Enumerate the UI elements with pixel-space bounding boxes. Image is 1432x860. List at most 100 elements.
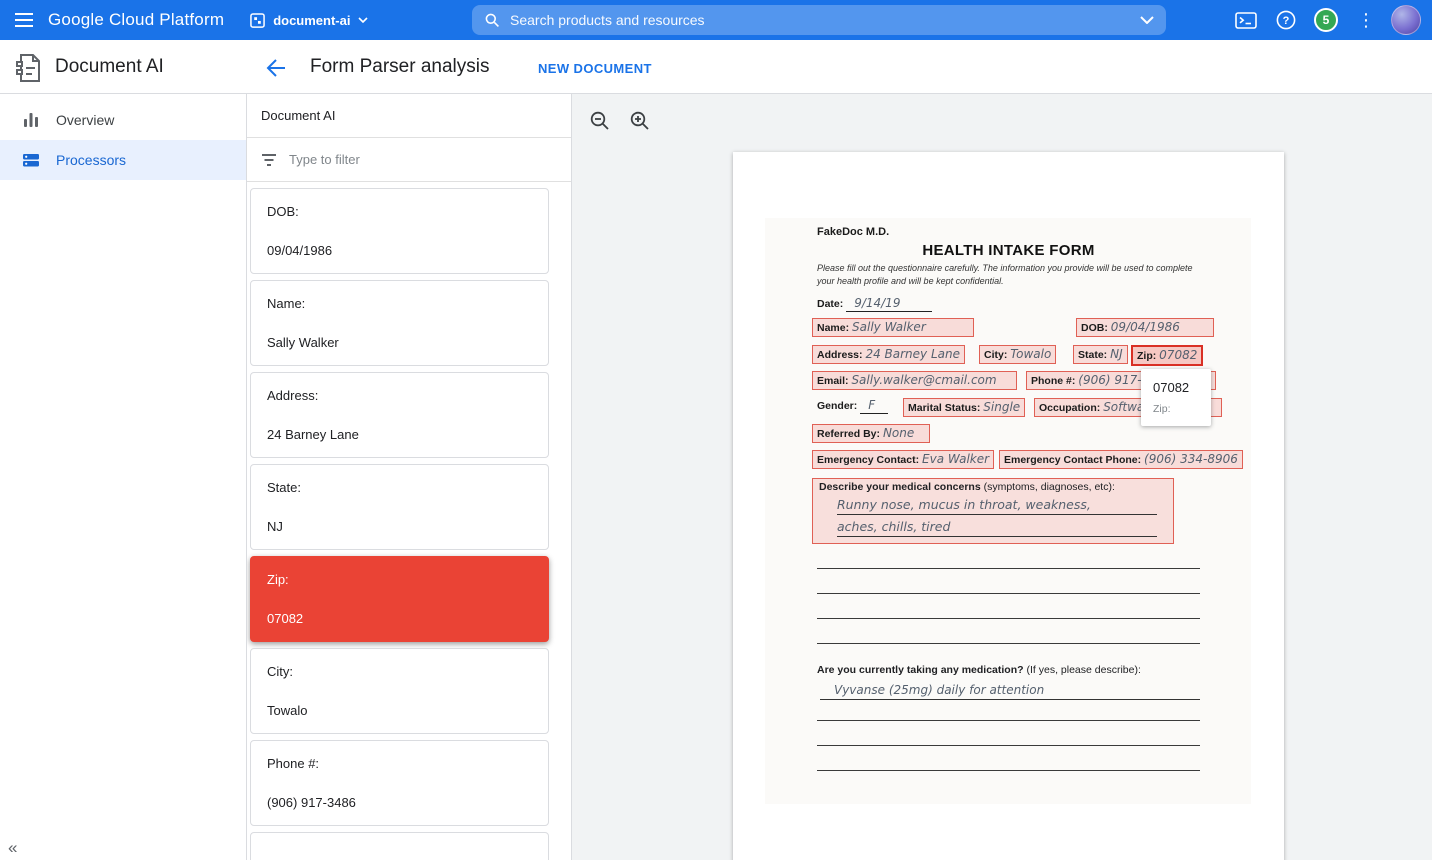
field-card-zip[interactable]: Zip: 07082 xyxy=(250,556,549,642)
document-page[interactable]: FakeDoc M.D. HEALTH INTAKE FORM Please f… xyxy=(733,152,1284,860)
field-label: City: xyxy=(267,664,532,679)
doc-value-name: Sally Walker xyxy=(852,320,926,334)
doc-field-email[interactable]: Email: Sally.walker@cmail.com xyxy=(812,371,1017,390)
topbar-actions: ? 5 ⋮ xyxy=(1226,0,1426,40)
zoom-in-icon[interactable] xyxy=(622,103,658,139)
field-tooltip: 07082 Zip: xyxy=(1141,369,1211,426)
doc-field-referred[interactable]: Referred By: None xyxy=(812,424,930,443)
field-value: Sally Walker xyxy=(267,335,532,350)
ruled-line xyxy=(817,593,1200,594)
doc-medication-answer: Vyvanse (25mg) daily for attention xyxy=(820,683,1200,700)
field-label: Name: xyxy=(267,296,532,311)
notifications-badge[interactable]: 5 xyxy=(1306,0,1346,40)
doc-label-address: Address: xyxy=(817,349,863,361)
doc-value-state: NJ xyxy=(1110,347,1123,361)
new-document-button[interactable]: NEW DOCUMENT xyxy=(538,61,652,76)
doc-field-city[interactable]: City: Towalo xyxy=(979,345,1056,364)
tooltip-value: 07082 xyxy=(1153,380,1199,395)
doc-label-date: Date: xyxy=(817,298,843,310)
doc-value-email: Sally.walker@cmail.com xyxy=(851,373,996,387)
field-label: Zip: xyxy=(267,572,532,587)
field-card-name[interactable]: Name: Sally Walker xyxy=(250,280,549,366)
gcp-logo[interactable]: Google Cloud Platform xyxy=(48,10,224,30)
doc-concerns-line1: Runny nose, mucus in throat, weakness, xyxy=(837,497,1157,515)
chevron-down-icon xyxy=(358,17,368,23)
doc-instructions: Please fill out the questionnaire carefu… xyxy=(817,262,1197,287)
collapse-nav-icon[interactable]: « xyxy=(8,838,17,858)
more-options-icon[interactable]: ⋮ xyxy=(1346,0,1386,40)
processors-icon xyxy=(22,151,40,169)
doc-value-emergency-phone: (906) 334-8906 xyxy=(1144,452,1238,466)
zoom-out-icon[interactable] xyxy=(582,103,618,139)
global-search[interactable] xyxy=(472,5,1166,35)
account-menu[interactable] xyxy=(1386,0,1426,40)
doc-label-state: State: xyxy=(1078,349,1107,361)
field-card-partial[interactable] xyxy=(250,832,549,860)
field-value: (906) 917-3486 xyxy=(267,795,532,810)
doc-clinic-name: FakeDoc M.D. xyxy=(817,226,889,238)
project-selector[interactable]: document-ai xyxy=(250,13,368,28)
document-ai-logo-icon xyxy=(15,53,43,88)
back-button[interactable] xyxy=(262,54,290,82)
doc-medication-label: Are you currently taking any medication? xyxy=(817,664,1024,676)
doc-concerns-heading: Describe your medical concerns (symptoms… xyxy=(819,481,1167,493)
project-icon xyxy=(250,13,265,28)
overview-icon xyxy=(22,111,40,129)
doc-row-referred: Referred By: None xyxy=(733,424,1284,448)
svg-text:?: ? xyxy=(1283,15,1290,27)
field-label: Address: xyxy=(267,388,532,403)
doc-medication-question: Are you currently taking any medication?… xyxy=(817,664,1141,676)
field-card-state[interactable]: State: NJ xyxy=(250,464,549,550)
doc-row-name: Name: Sally Walker DOB: 09/04/1986 xyxy=(733,318,1284,342)
ruled-line xyxy=(817,720,1200,721)
doc-field-emergency-phone[interactable]: Emergency Contact Phone: (906) 334-8906 xyxy=(999,450,1243,469)
menu-icon[interactable] xyxy=(0,0,48,40)
help-icon[interactable]: ? xyxy=(1266,0,1306,40)
doc-field-emergency-contact[interactable]: Emergency Contact: Eva Walker xyxy=(812,450,994,469)
sidebar-item-label: Overview xyxy=(56,112,114,128)
page-title: Form Parser analysis xyxy=(310,56,490,78)
field-value: 09/04/1986 xyxy=(267,243,532,258)
tooltip-label: Zip: xyxy=(1153,403,1199,415)
doc-field-name[interactable]: Name: Sally Walker xyxy=(812,318,974,337)
field-label: DOB: xyxy=(267,204,532,219)
doc-label-name: Name: xyxy=(817,322,849,334)
fields-panel-title: Document AI xyxy=(247,94,571,138)
field-value: Towalo xyxy=(267,703,532,718)
doc-field-date: Date: 9/14/19 xyxy=(817,296,932,312)
field-card-address[interactable]: Address: 24 Barney Lane xyxy=(250,372,549,458)
doc-field-zip-selected[interactable]: Zip: 07082 xyxy=(1131,345,1203,366)
field-value: 24 Barney Lane xyxy=(267,427,532,442)
doc-field-marital[interactable]: Marital Status: Single xyxy=(903,398,1025,417)
search-input[interactable] xyxy=(510,12,1140,28)
doc-concerns-sublabel: (symptoms, diagnoses, etc): xyxy=(984,481,1115,493)
field-card-phone[interactable]: Phone #: (906) 917-3486 xyxy=(250,740,549,826)
doc-label-emergency-phone: Emergency Contact Phone: xyxy=(1004,454,1141,466)
doc-field-dob[interactable]: DOB: 09/04/1986 xyxy=(1076,318,1214,337)
sidebar-item-label: Processors xyxy=(56,152,126,168)
search-icon xyxy=(484,12,500,28)
doc-medication-sublabel: (If yes, please describe): xyxy=(1026,664,1140,676)
doc-label-dob: DOB: xyxy=(1081,322,1108,334)
doc-value-gender: F xyxy=(860,398,888,414)
doc-concerns-line2: aches, chills, tired xyxy=(837,519,1157,537)
fields-list: DOB: 09/04/1986 Name: Sally Walker Addre… xyxy=(247,182,571,860)
doc-value-emergency-contact: Eva Walker xyxy=(922,452,989,466)
doc-label-city: City: xyxy=(984,349,1007,361)
ruled-line xyxy=(817,745,1200,746)
doc-row-address: Address: 24 Barney Lane City: Towalo Sta… xyxy=(733,345,1284,369)
filter-input[interactable] xyxy=(289,152,557,167)
doc-field-address[interactable]: Address: 24 Barney Lane xyxy=(812,345,965,364)
ruled-line xyxy=(817,568,1200,569)
sidebar-item-overview[interactable]: Overview xyxy=(0,100,246,140)
doc-row-emergency: Emergency Contact: Eva Walker Emergency … xyxy=(733,450,1284,474)
field-card-city[interactable]: City: Towalo xyxy=(250,648,549,734)
doc-concerns-label: Describe your medical concerns xyxy=(819,481,981,493)
search-expand-chevron-icon[interactable] xyxy=(1140,16,1154,24)
cloud-shell-icon[interactable] xyxy=(1226,0,1266,40)
doc-field-state[interactable]: State: NJ xyxy=(1073,345,1128,364)
doc-field-medical-concerns[interactable]: Describe your medical concerns (symptoms… xyxy=(812,478,1174,544)
field-card-dob[interactable]: DOB: 09/04/1986 xyxy=(250,188,549,274)
sidebar-item-processors[interactable]: Processors xyxy=(0,140,246,180)
avatar xyxy=(1391,5,1421,35)
